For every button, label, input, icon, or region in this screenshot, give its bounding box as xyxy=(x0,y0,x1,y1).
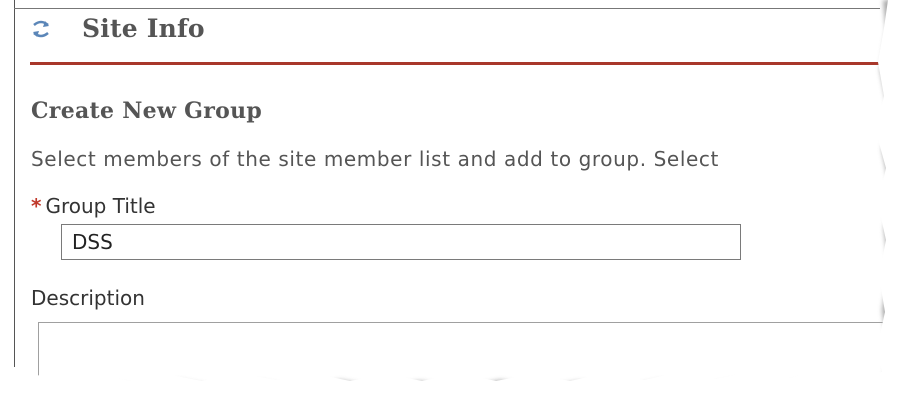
site-info-header: Site Info xyxy=(30,14,205,43)
page-border-left xyxy=(14,0,15,367)
header-divider xyxy=(30,62,890,65)
description-label: Description xyxy=(31,286,145,310)
section-title: Create New Group xyxy=(31,98,263,124)
group-title-input[interactable] xyxy=(61,224,741,260)
refresh-arrows-icon[interactable] xyxy=(30,17,52,41)
description-textarea[interactable] xyxy=(38,322,910,407)
instructions-text: Select members of the site member list a… xyxy=(31,147,719,171)
required-asterisk: * xyxy=(31,194,42,218)
screenshot-frame: Site Info Create New Group Select member… xyxy=(0,0,910,407)
page-title: Site Info xyxy=(82,14,205,43)
group-title-label: Group Title xyxy=(45,194,156,218)
group-title-label-row: * Group Title xyxy=(31,194,156,218)
page-border-top xyxy=(14,8,880,9)
